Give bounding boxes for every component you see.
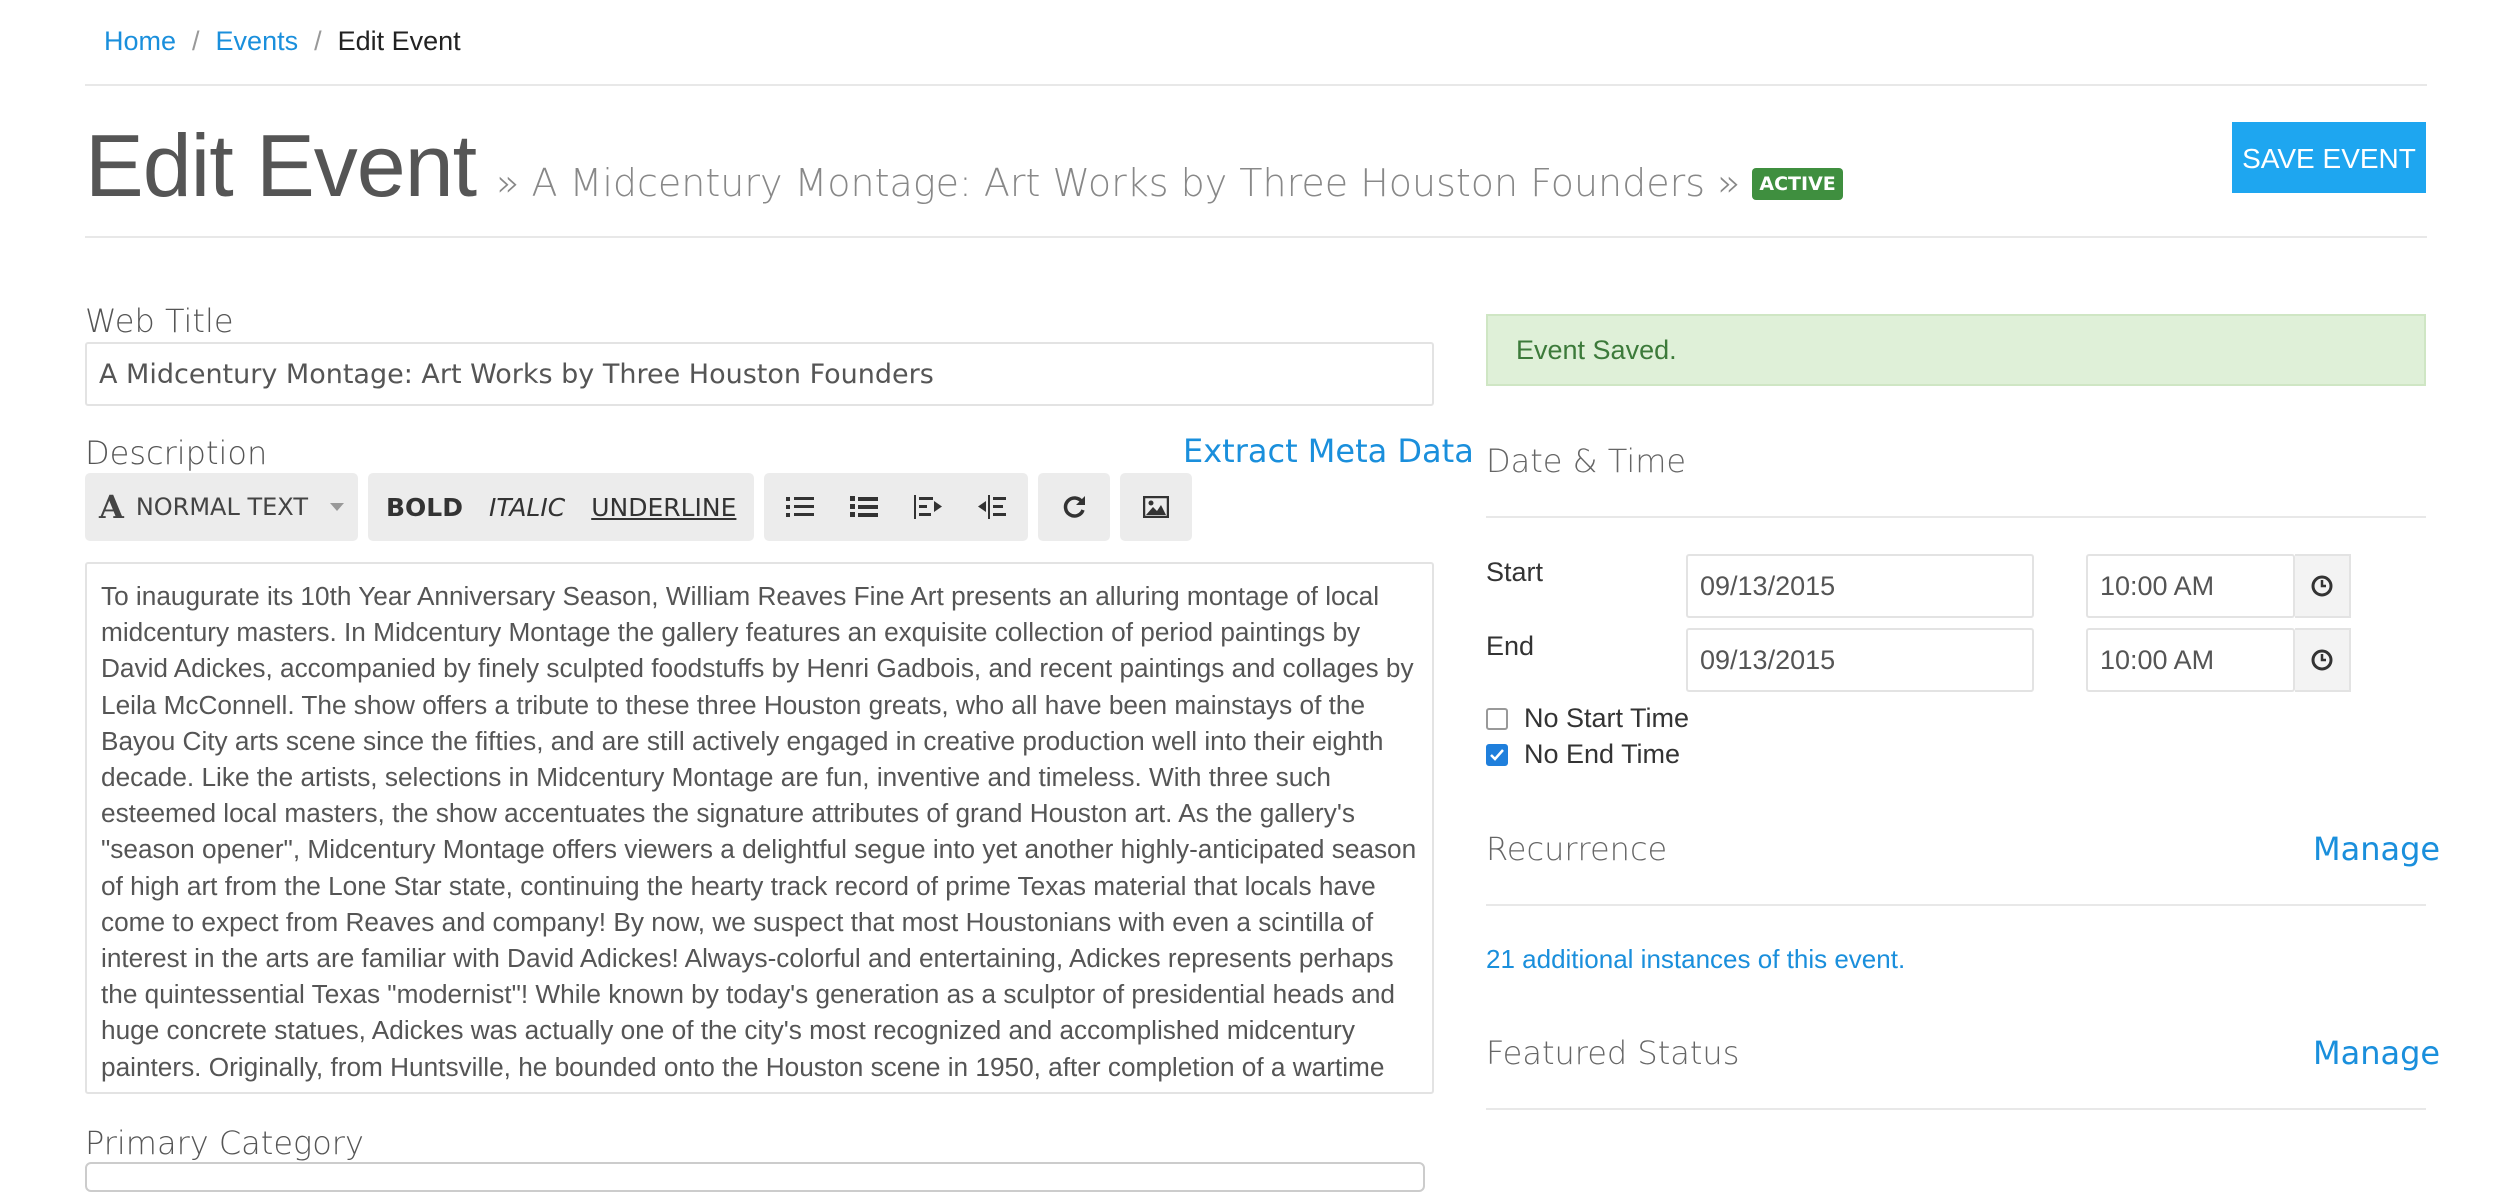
start-time-input[interactable]: 10:00 AM [2086,554,2295,618]
image-group [1120,473,1193,541]
page-title: Edit Event [85,116,477,215]
no-start-time-row: No Start Time [1486,703,1689,734]
divider [1486,516,2426,518]
date-time-title: Date & Time [1486,442,1687,480]
divider [85,84,2427,86]
text-style-label: NORMAL TEXT [135,493,308,521]
primary-category-select[interactable] [85,1162,1425,1192]
primary-category-label: Primary Category [85,1124,364,1162]
extract-meta-data-link[interactable]: Extract Meta Data [1183,432,1474,470]
font-icon: A [99,488,124,526]
underline-button[interactable]: UNDERLINE [579,473,748,541]
page-header: Edit Event » A Midcentury Montage: Art W… [85,115,1843,217]
italic-button[interactable]: ITALIC [477,473,577,541]
breadcrumb-separator: / [192,26,200,56]
recurrence-manage-link[interactable]: Manage [2313,830,2440,868]
editor-toolbar: A NORMAL TEXT BOLD ITALIC UNDERLINE [85,473,1193,541]
outdent-icon[interactable] [910,473,946,541]
additional-instances-link[interactable]: 21 additional instances of this event. [1486,944,1905,975]
web-title-input[interactable]: A Midcentury Montage: Art Works by Three… [85,342,1434,406]
clock-icon [2311,575,2333,597]
end-date-input[interactable]: 09/13/2015 [1686,628,2034,692]
end-time-value: 10:00 AM [2100,644,2215,675]
clock-icon [2311,649,2333,671]
image-icon[interactable] [1138,473,1174,541]
caret-down-icon [329,503,344,511]
no-end-time-checkbox[interactable] [1486,743,1508,766]
ordered-list-icon[interactable] [846,473,882,541]
end-label: End [1486,631,1535,661]
divider [1486,1108,2426,1110]
featured-manage-link[interactable]: Manage [2313,1034,2440,1072]
redo-group [1038,473,1111,541]
event-subtitle: » A Midcentury Montage: Art Works by Thr… [496,161,1741,205]
breadcrumb-separator: / [314,26,322,56]
featured-status-title: Featured Status [1486,1034,1740,1072]
bold-button[interactable]: BOLD [374,473,475,541]
no-start-time-checkbox[interactable] [1486,707,1508,730]
start-time-value: 10:00 AM [2100,570,2215,601]
divider [85,236,2427,238]
indent-icon[interactable] [974,473,1010,541]
start-time-clock-button[interactable] [2295,554,2351,618]
description-text: To inaugurate its 10th Year Anniversary … [101,581,1417,1082]
format-group: BOLD ITALIC UNDERLINE [367,473,755,541]
description-label: Description [85,434,268,472]
no-start-time-label: No Start Time [1524,703,1690,733]
breadcrumb-events-link[interactable]: Events [216,26,299,57]
breadcrumb: Home / Events / Edit Event [104,26,461,57]
unordered-list-icon[interactable] [782,473,818,541]
list-group [764,473,1029,541]
start-label: Start [1486,557,1544,587]
description-editor[interactable]: To inaugurate its 10th Year Anniversary … [85,562,1434,1094]
breadcrumb-home-link[interactable]: Home [104,26,176,57]
web-title-label: Web Title [85,302,234,340]
start-date-input[interactable]: 09/13/2015 [1686,554,2034,618]
recurrence-title: Recurrence [1486,830,1668,868]
end-time-clock-button[interactable] [2295,628,2351,692]
no-end-time-row: No End Time [1486,739,1680,770]
text-style-dropdown[interactable]: A NORMAL TEXT [85,473,358,541]
start-date-value: 09/13/2015 [1700,570,1836,601]
redo-icon[interactable] [1056,473,1092,541]
save-event-button[interactable]: SAVE EVENT [2232,122,2426,193]
web-title-value: A Midcentury Montage: Art Works by Three… [99,358,934,390]
divider [1486,904,2426,906]
status-badge: ACTIVE [1752,168,1843,200]
alert-text: Event Saved. [1516,334,1677,365]
breadcrumb-current: Edit Event [337,26,461,56]
event-saved-alert: Event Saved. [1486,314,2426,386]
checkmark-icon [1490,748,1504,761]
end-date-value: 09/13/2015 [1700,644,1836,675]
end-time-input[interactable]: 10:00 AM [2086,628,2295,692]
no-end-time-label: No End Time [1524,739,1681,769]
